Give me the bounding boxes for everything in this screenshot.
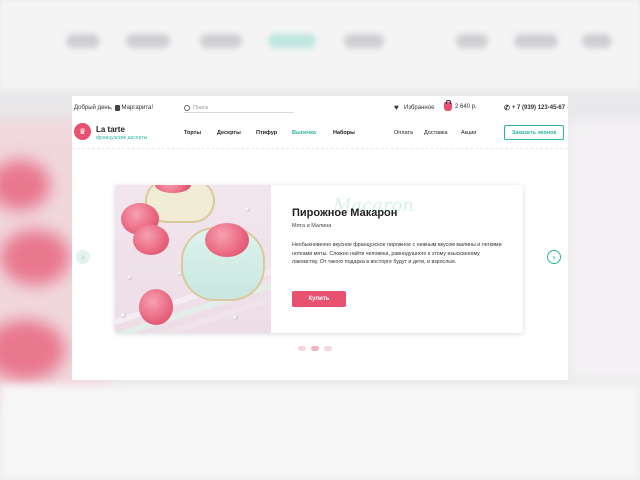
nav-item-promotions[interactable]: Акции	[461, 130, 476, 136]
cart-link[interactable]: 2 640 р.	[444, 100, 477, 111]
product-title: Пирожное Макарон	[292, 207, 398, 219]
product-subtitle: Мята и Малина	[292, 223, 332, 229]
nav-item-delivery[interactable]: Доставка	[424, 130, 448, 136]
chevron-left-icon: ‹	[81, 252, 85, 262]
main-nav: ♛ La tarte французские десерты Торты Дес…	[72, 120, 568, 149]
product-slide: Macaron Пирожное Макарон Мята и Малина Н…	[115, 185, 523, 333]
chevron-right-icon: ›	[552, 252, 556, 262]
buy-button[interactable]: Купить	[292, 291, 346, 307]
nav-item-cakes[interactable]: Торты	[184, 130, 201, 136]
search-input[interactable]	[193, 104, 293, 111]
nav-item-sets[interactable]: Наборы	[333, 130, 355, 136]
backdrop-bottom	[0, 385, 640, 480]
greeting: Добрый день, Маргарита!	[74, 105, 153, 111]
favorites-link[interactable]: ♥ Избранное	[394, 103, 435, 112]
cake-icon: ♛	[78, 126, 87, 136]
brand-name[interactable]: La tarte	[96, 125, 125, 134]
nav-item-desserts[interactable]: Десерты	[217, 130, 241, 136]
nav-item-pastry[interactable]: Выпечка	[292, 130, 316, 136]
top-bar: Добрый день, Маргарита! ♥ Избранное 2 64…	[72, 96, 568, 120]
phone-number: + 7 (939) 123-45-67	[511, 105, 566, 111]
backdrop-top	[0, 0, 640, 90]
slider-pagination	[298, 346, 332, 351]
greeting-text: Добрый день,	[74, 105, 113, 111]
heart-icon: ♥	[394, 103, 399, 112]
pagination-dot[interactable]	[298, 346, 306, 351]
user-name-link[interactable]: Маргарита!	[122, 105, 154, 111]
favorites-label: Избранное	[404, 104, 435, 111]
logo[interactable]: ♛	[74, 123, 91, 140]
nav-item-payment[interactable]: Оплата	[394, 130, 413, 136]
backdrop-right	[568, 120, 640, 380]
nav-item-petit-four[interactable]: Птифур	[256, 130, 277, 136]
product-description: Необыкновенно вкусное французское пирожн…	[292, 242, 502, 265]
phone-link[interactable]: ✆ + 7 (939) 123-45-67	[504, 104, 565, 112]
search-icon[interactable]	[184, 104, 190, 111]
search-box	[184, 103, 294, 113]
shopping-bag-icon	[444, 100, 452, 111]
request-call-button[interactable]: Заказать звонок	[504, 125, 564, 140]
user-icon	[114, 105, 120, 111]
phone-icon: ✆	[504, 105, 510, 112]
pagination-dot-active[interactable]	[311, 346, 319, 351]
brand-tagline: французские десерты	[96, 135, 148, 141]
slider-prev-button[interactable]: ‹	[76, 250, 90, 264]
cart-total: 2 640 р.	[455, 103, 477, 110]
slider-next-button[interactable]: ›	[547, 250, 561, 264]
macaron-photo	[115, 185, 271, 333]
pagination-dot[interactable]	[324, 346, 332, 351]
page-card: Добрый день, Маргарита! ♥ Избранное 2 64…	[72, 96, 568, 380]
